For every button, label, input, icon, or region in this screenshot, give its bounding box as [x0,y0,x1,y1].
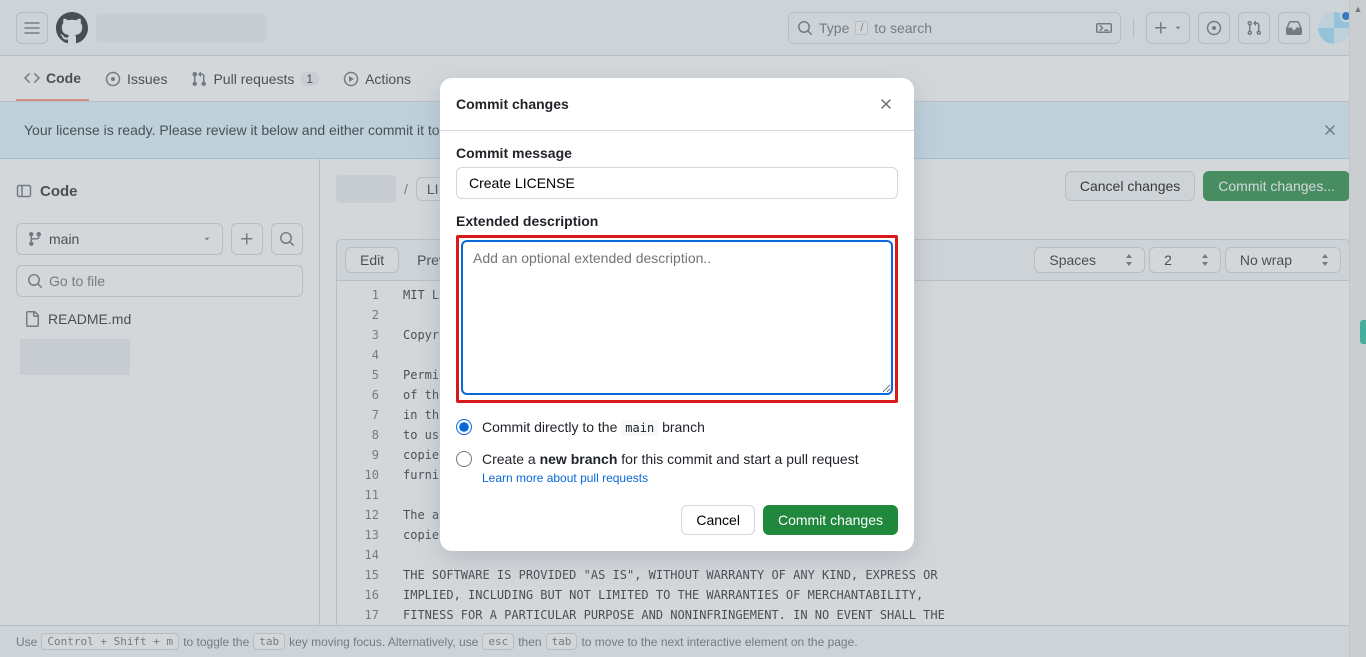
close-icon [878,96,894,112]
highlight-annotation [456,235,898,403]
radio-branch[interactable] [456,451,472,467]
commit-msg-input[interactable] [456,167,898,199]
ext-desc-textarea[interactable] [461,240,893,395]
radio-direct[interactable] [456,419,472,435]
learn-more-link[interactable]: Learn more about pull requests [482,471,648,485]
modal-cancel-button[interactable]: Cancel [681,505,755,535]
modal-title: Commit changes [456,96,569,112]
commit-modal: Commit changes Commit message Extended d… [440,78,914,551]
modal-commit-button[interactable]: Commit changes [763,505,898,535]
ext-desc-label: Extended description [456,213,898,229]
modal-close-button[interactable] [874,92,898,116]
commit-msg-label: Commit message [456,145,898,161]
radio-new-branch[interactable]: Create a new branch for this commit and … [456,451,898,467]
radio-direct-commit[interactable]: Commit directly to the main branch [456,419,898,435]
